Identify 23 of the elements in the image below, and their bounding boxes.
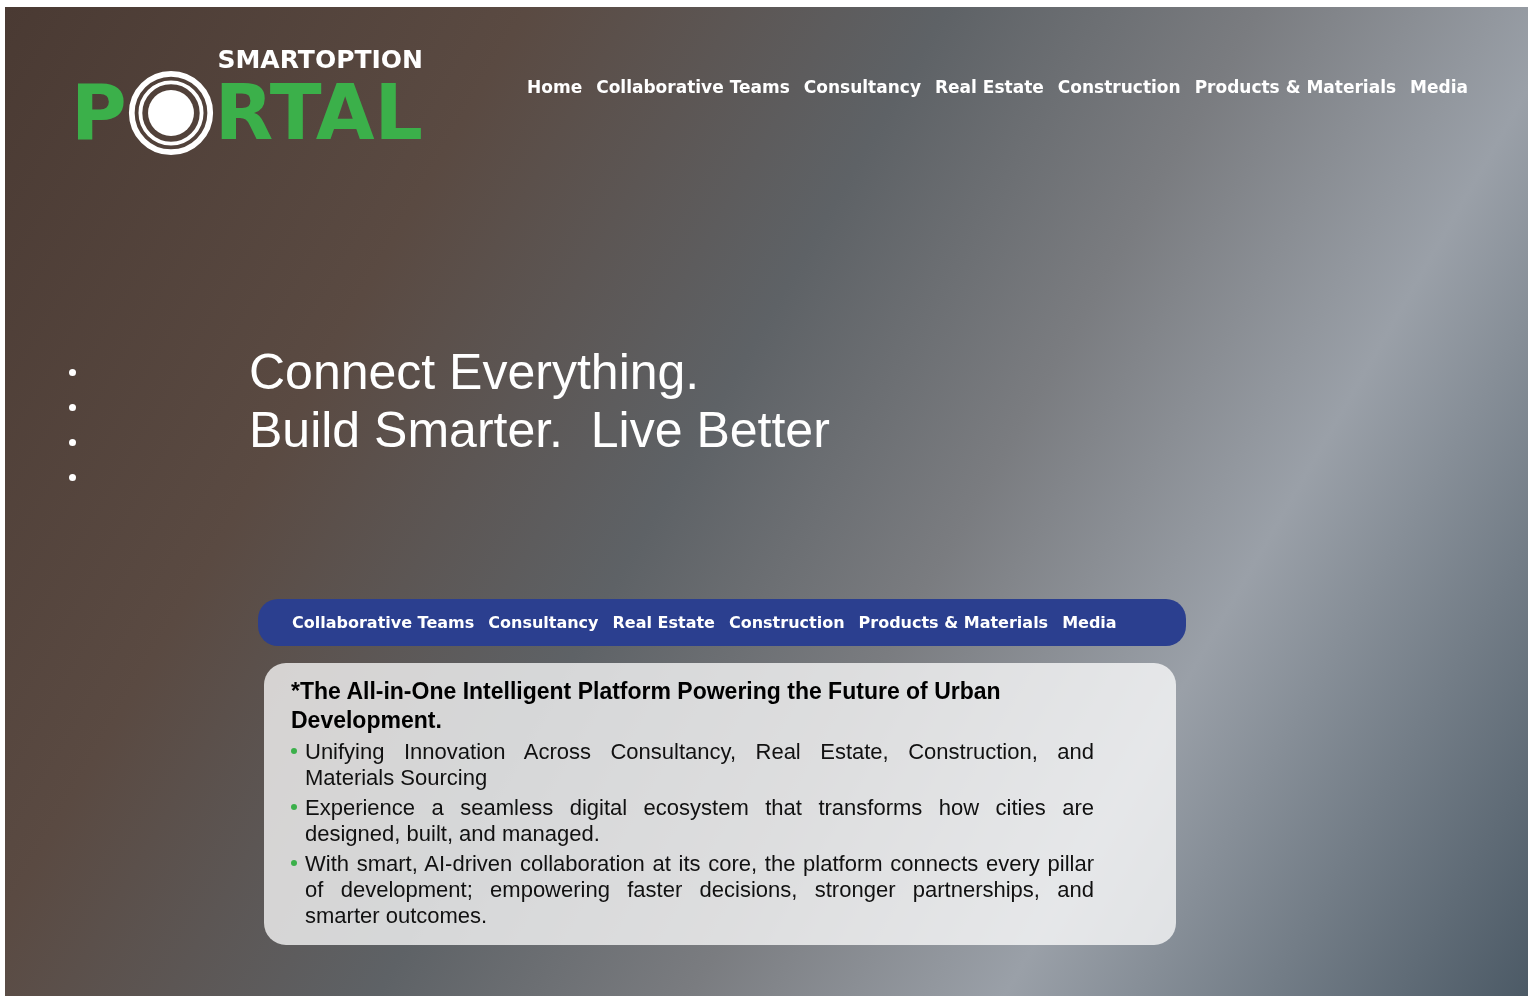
section-link[interactable]: Real Estate [612,610,715,635]
section-link[interactable]: Products & Materials [858,610,1049,635]
nav-link[interactable]: Consultancy [803,75,921,101]
bullet-icon [291,860,297,867]
nav-link[interactable]: Construction [1057,75,1181,101]
headline-line: Build Smarter. Live Better [249,401,830,460]
nav-link[interactable]: Home [527,75,583,101]
nav-link[interactable]: Products & Materials [1194,75,1397,101]
section-link[interactable]: Consultancy [488,610,599,635]
section-link[interactable]: Construction [728,610,845,635]
bullet-text: Unifying Innovation Across Consultancy, Real Estate, Construction, and Materials Sourcing [305,739,1094,792]
logo[interactable]: SMARTOPTION P RTAL [73,45,423,159]
ring-logo-icon [126,68,215,157]
bullet-text: With smart, AI-driven collaboration at its core, the platform connects every pillar of development; empowering faster decisions, stronger partnerships, and smarter outcomes. [305,851,1094,930]
bullet-text: Experience a seamless digital ecosystem that transforms how cities are designed, built, and managed. [305,795,1094,848]
headline-line: Connect Everything. [249,343,701,402]
section-link[interactable]: Media [1062,610,1117,635]
nav-link[interactable]: Real Estate [935,75,1044,101]
card-title: *The All-in-One Intelligent Platform Powering the Future of Urban Development. [291,677,1002,736]
section-link[interactable]: Collaborative Teams [292,610,475,635]
nav-link[interactable]: Collaborative Teams [596,75,790,101]
bullet-icon [291,748,297,755]
bullet-icon [291,804,297,811]
